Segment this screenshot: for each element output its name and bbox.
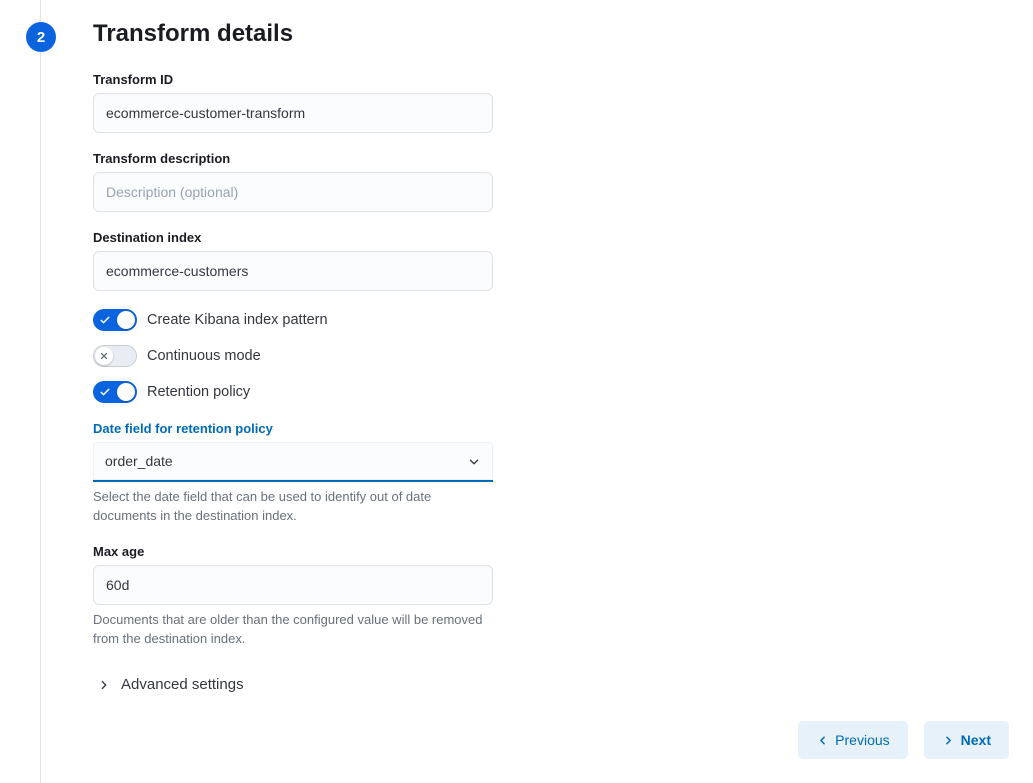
switch-thumb <box>95 347 113 365</box>
transform-id-label: Transform ID <box>93 72 493 87</box>
form-group-max-age: Max age Documents that are older than th… <box>93 544 493 649</box>
continuous-mode-switch[interactable] <box>93 345 137 367</box>
switch-row-retention-policy: Retention policy <box>93 381 1009 403</box>
retention-date-field-select-wrapper: order_date <box>93 442 493 482</box>
step-number: 2 <box>37 29 45 46</box>
next-button[interactable]: Next <box>924 721 1009 759</box>
create-index-pattern-switch[interactable] <box>93 309 137 331</box>
form-group-transform-description: Transform description <box>93 151 493 212</box>
form-group-destination-index: Destination index <box>93 230 493 291</box>
footer-buttons: Previous Next <box>93 721 1009 759</box>
destination-index-label: Destination index <box>93 230 493 245</box>
retention-policy-switch[interactable] <box>93 381 137 403</box>
next-button-label: Next <box>961 732 991 748</box>
retention-date-field-label: Date field for retention policy <box>93 421 493 436</box>
step-container: 2 Transform details Transform ID Transfo… <box>40 0 1033 783</box>
switch-thumb <box>117 383 135 401</box>
form-group-transform-id: Transform ID <box>93 72 493 133</box>
x-icon <box>99 351 109 361</box>
retention-date-field-help: Select the date field that can be used t… <box>93 488 493 526</box>
max-age-help: Documents that are older than the config… <box>93 611 493 649</box>
transform-id-input[interactable] <box>93 93 493 133</box>
check-icon <box>99 386 111 398</box>
step-content: Transform details Transform ID Transform… <box>65 18 1009 759</box>
switch-thumb <box>117 311 135 329</box>
chevron-right-icon <box>97 678 111 692</box>
max-age-input[interactable] <box>93 565 493 605</box>
page-title: Transform details <box>93 20 1009 48</box>
destination-index-input[interactable] <box>93 251 493 291</box>
switch-row-create-index-pattern: Create Kibana index pattern <box>93 309 1009 331</box>
check-icon <box>99 314 111 326</box>
step-number-badge: 2 <box>26 22 56 52</box>
transform-description-label: Transform description <box>93 151 493 166</box>
retention-policy-label: Retention policy <box>147 384 250 400</box>
retention-date-field-select[interactable]: order_date <box>93 442 493 482</box>
chevron-left-icon <box>816 734 829 747</box>
create-index-pattern-label: Create Kibana index pattern <box>147 312 328 328</box>
previous-button[interactable]: Previous <box>798 721 907 759</box>
chevron-right-icon <box>942 734 955 747</box>
advanced-settings-label: Advanced settings <box>121 676 244 693</box>
form-group-retention-date-field: Date field for retention policy order_da… <box>93 421 493 526</box>
previous-button-label: Previous <box>835 732 889 748</box>
continuous-mode-label: Continuous mode <box>147 348 261 364</box>
transform-description-input[interactable] <box>93 172 493 212</box>
switch-row-continuous-mode: Continuous mode <box>93 345 1009 367</box>
advanced-settings-toggle[interactable]: Advanced settings <box>93 676 1009 693</box>
max-age-label: Max age <box>93 544 493 559</box>
